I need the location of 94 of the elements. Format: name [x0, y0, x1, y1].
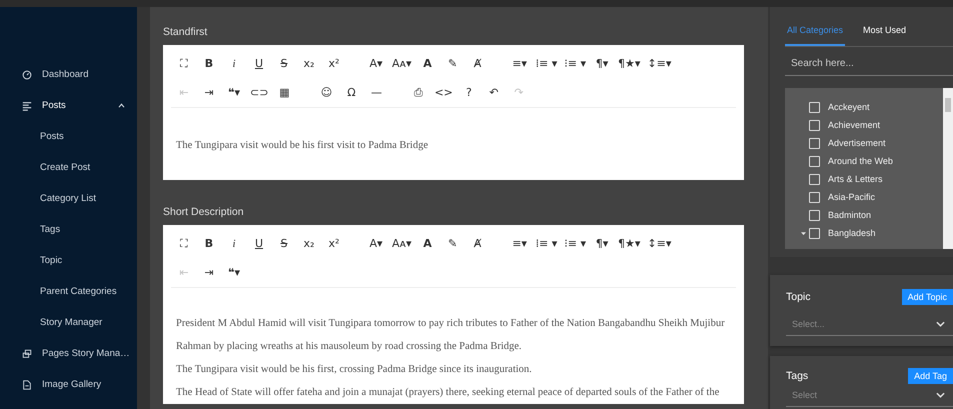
- toolbar-button[interactable]: A▾: [365, 52, 387, 74]
- toolbar-button[interactable]: ❝▾: [223, 82, 245, 104]
- toolbar-button[interactable]: A: [416, 232, 439, 254]
- toolbar-button[interactable]: i: [223, 52, 245, 74]
- toolbar-button[interactable]: ¶★▾: [616, 232, 642, 254]
- toolbar-button[interactable]: ❝▾: [223, 262, 245, 284]
- toolbar-button[interactable]: Ω: [340, 82, 362, 104]
- sidebar-subitem[interactable]: Category List: [0, 183, 137, 214]
- checkbox[interactable]: [809, 174, 820, 184]
- toolbar-button[interactable]: ↶: [482, 82, 505, 104]
- toolbar-button[interactable]: ⛶: [173, 52, 195, 74]
- toolbar-button[interactable]: x²: [323, 232, 345, 254]
- toolbar-button[interactable]: B: [198, 52, 220, 74]
- sidebar-item[interactable]: Posts: [0, 90, 137, 121]
- paragraph: The Tungipara visit would be his first, crossing Padma Bridge since its inauguration.: [176, 363, 533, 377]
- category-label: Acckeyent: [828, 102, 870, 112]
- sidebar-item[interactable]: Pages Story Mana…: [0, 338, 137, 369]
- toolbar-button[interactable]: ✎: [442, 52, 464, 74]
- toolbar-button[interactable]: Ⱥ: [466, 232, 489, 254]
- list-icon: [22, 100, 32, 110]
- sidebar-subitem[interactable]: Topic: [0, 245, 137, 276]
- gauge-icon: [22, 70, 32, 80]
- toolbar-button[interactable]: ↕≡▾: [645, 52, 674, 74]
- pages-icon: [22, 348, 32, 358]
- toolbar-button[interactable]: U: [248, 232, 270, 254]
- panel-title: Tags: [786, 370, 808, 382]
- category-label: Around the Web: [828, 156, 893, 166]
- toolbar-button[interactable]: —: [365, 82, 388, 104]
- sidebar-subitem[interactable]: Parent Categories: [0, 276, 137, 307]
- chevron-down-icon: [936, 321, 945, 327]
- toolbar-button[interactable]: B: [198, 232, 220, 254]
- paragraph: President M Abdul Hamid will visit Tungipara tomorrow to pay rich tributes to Father of the Nation Bangabandhu Sheikh Mujibur Rahman by placing wreaths at his mausoleum by road crossing the Padma Bridge.: [176, 317, 726, 354]
- caret-icon[interactable]: [800, 230, 806, 236]
- toolbar-button[interactable]: ¶▾: [591, 52, 614, 74]
- toolbar-button[interactable]: Aᴀ▾: [390, 232, 414, 254]
- chevron-down-icon: [936, 392, 945, 398]
- toolbar-button[interactable]: ⛶: [173, 232, 195, 254]
- paragraph: The Head of State will offer fateha and join a munajat (prayers) there, seeking eternal peace of departed souls of the Father of the: [176, 386, 720, 400]
- category-label: Badminton: [828, 210, 872, 220]
- paragraph: The Tungipara visit would be his first visit to Padma Bridge: [176, 139, 429, 153]
- sidebar-subitem[interactable]: Tags: [0, 214, 137, 245]
- toolbar-button[interactable]: ⊂⊃: [248, 82, 270, 104]
- checkbox[interactable]: [809, 138, 820, 148]
- checkbox[interactable]: [809, 228, 820, 238]
- toolbar-button[interactable]: ≡▾: [508, 52, 531, 74]
- checkbox[interactable]: [809, 120, 820, 130]
- toolbar-button[interactable]: ▦: [273, 82, 296, 104]
- toolbar-button[interactable]: <>: [432, 82, 455, 104]
- toolbar-button[interactable]: ⎙: [407, 82, 430, 104]
- toolbar-button[interactable]: ✎: [442, 232, 464, 254]
- checkbox[interactable]: [809, 156, 820, 166]
- scrollbar[interactable]: [943, 88, 953, 249]
- toolbar-button[interactable]: ¶★▾: [616, 52, 642, 74]
- toolbar-button[interactable]: ↕≡▾: [645, 232, 674, 254]
- toolbar-button[interactable]: ☺: [315, 82, 338, 104]
- toolbar-button[interactable]: x₂: [298, 52, 320, 74]
- sidebar-subitem[interactable]: Create Post: [0, 152, 137, 183]
- sidebar-subitem[interactable]: Story Manager: [0, 307, 137, 338]
- toolbar-button[interactable]: Ⱥ: [466, 52, 489, 74]
- checkbox[interactable]: [809, 192, 820, 202]
- toolbar-button[interactable]: ≡▾: [508, 232, 531, 254]
- tab[interactable]: Most Used: [861, 21, 908, 46]
- category-label: Advertisement: [828, 138, 886, 148]
- toolbar-button[interactable]: ⁞≡ ▾: [534, 232, 560, 254]
- field-label: Short Description: [163, 206, 245, 218]
- toolbar-button[interactable]: Aᴀ▾: [390, 52, 414, 74]
- category-label: Bangladesh: [828, 228, 876, 238]
- toolbar-button[interactable]: U: [248, 52, 270, 74]
- checkbox[interactable]: [809, 210, 820, 220]
- sidebar-item[interactable]: Image Gallery: [0, 369, 137, 400]
- category-label: Asia-Pacific: [828, 192, 876, 202]
- document-icon: [22, 380, 32, 390]
- toolbar-button[interactable]: x²: [323, 52, 345, 74]
- panel-title: Topic: [786, 291, 811, 303]
- search-field[interactable]: Search here...: [785, 47, 953, 76]
- sidebar-subitem[interactable]: Posts: [0, 121, 137, 152]
- toolbar-button[interactable]: ¶▾: [591, 232, 614, 254]
- toolbar-button[interactable]: S: [273, 52, 295, 74]
- toolbar-button[interactable]: x₂: [298, 232, 320, 254]
- toolbar-button[interactable]: ⁝≡ ▾: [562, 232, 588, 254]
- toolbar-button[interactable]: ⁞≡ ▾: [534, 52, 560, 74]
- checkbox[interactable]: [809, 102, 820, 112]
- category-label: Achievement: [828, 120, 880, 130]
- toolbar-button[interactable]: ⁝≡ ▾: [562, 52, 588, 74]
- toolbar-button[interactable]: ⇥: [198, 82, 220, 104]
- category-label: Arts & Letters: [828, 174, 883, 184]
- toolbar-button[interactable]: i: [223, 232, 245, 254]
- toolbar-button[interactable]: A▾: [365, 232, 387, 254]
- sidebar-item[interactable]: Dashboard: [0, 59, 137, 90]
- toolbar-button[interactable]: S: [273, 232, 295, 254]
- toolbar-button[interactable]: ?: [458, 82, 480, 104]
- toolbar-button[interactable]: A: [416, 52, 439, 74]
- field-label: Standfirst: [163, 26, 208, 38]
- toolbar-button[interactable]: ⇥: [198, 262, 220, 284]
